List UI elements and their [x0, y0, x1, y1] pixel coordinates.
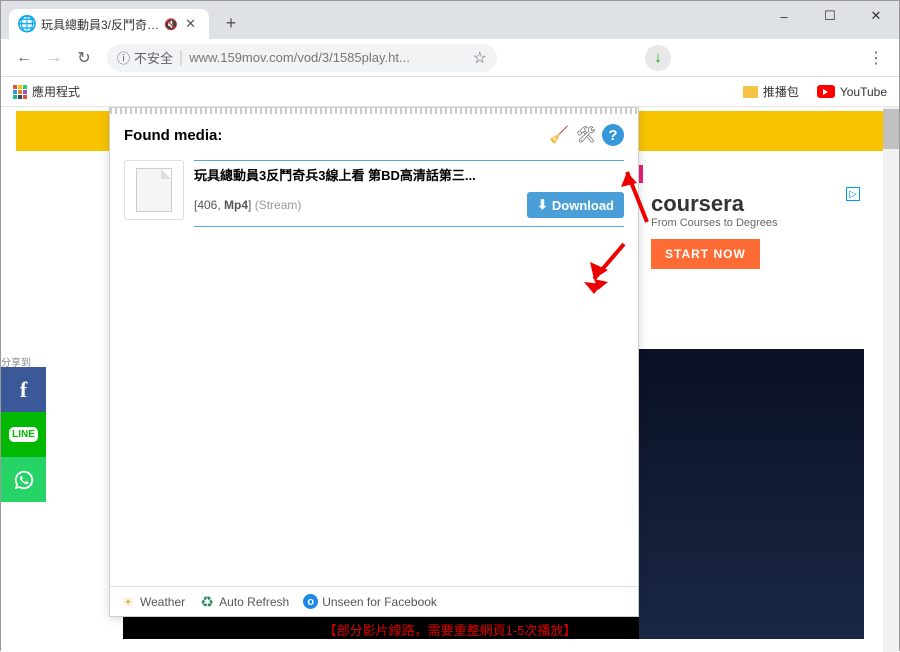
- toolbar: ← → ↻ ⓘ 不安全 | www.159mov.com/vod/3/1585p…: [1, 39, 899, 77]
- download-popup: Found media: 🧹 🛠 ? 玩具總動員3反鬥奇兵3線上看 第BD高清話…: [109, 107, 639, 617]
- folder-bookmark[interactable]: 推播包: [743, 83, 799, 100]
- download-icon: ⬇: [537, 197, 548, 213]
- maximize-button[interactable]: ☐: [807, 1, 853, 31]
- new-tab-button[interactable]: +: [217, 9, 245, 37]
- close-window-button[interactable]: ✕: [853, 1, 899, 31]
- apps-bookmark[interactable]: 應用程式: [13, 83, 80, 100]
- bookmarks-bar: 應用程式 推播包 YouTube: [1, 77, 899, 107]
- line-share-button[interactable]: LINE: [1, 412, 46, 457]
- facebook-share-button[interactable]: f: [1, 367, 46, 412]
- mute-icon[interactable]: 🔇: [164, 18, 178, 31]
- download-button[interactable]: ⬇ Download: [527, 192, 624, 218]
- social-share: f LINE: [1, 367, 46, 502]
- minimize-button[interactable]: –: [761, 1, 807, 31]
- scroll-thumb[interactable]: [883, 109, 899, 149]
- media-format: [406, Mp4]: [194, 198, 251, 212]
- close-tab-icon[interactable]: ✕: [182, 16, 199, 32]
- unseen-link[interactable]: o Unseen for Facebook: [303, 594, 437, 609]
- globe-icon: 🌐: [19, 16, 35, 32]
- recycle-icon: ♻: [199, 594, 215, 610]
- media-title: 玩具總動員3反鬥奇兵3線上看 第BD高清話第三...: [194, 160, 624, 188]
- sun-icon: ☀: [120, 594, 136, 610]
- forward-button[interactable]: →: [39, 43, 69, 73]
- address-bar[interactable]: ⓘ 不安全 | www.159mov.com/vod/3/1585play.ht…: [107, 44, 497, 72]
- file-thumbnail: [124, 160, 184, 220]
- download-arrow-icon: ↓: [654, 49, 662, 66]
- chrome-menu-button[interactable]: ⋮: [861, 48, 891, 68]
- download-extension-button[interactable]: ↓: [645, 45, 671, 71]
- coursera-ad[interactable]: ▷ coursera From Courses to Degrees START…: [639, 183, 864, 343]
- back-button[interactable]: ←: [9, 43, 39, 73]
- youtube-bookmark[interactable]: YouTube: [817, 85, 887, 99]
- apps-icon: [13, 85, 27, 99]
- media-stream-label: (Stream): [255, 198, 302, 212]
- ad-logo: coursera: [639, 183, 864, 217]
- tab-title: 玩具總動員3/反鬥奇兵3線上: [41, 16, 160, 33]
- page-content: 分享到 f LINE ▷ coursera From Courses to De…: [1, 107, 899, 652]
- site-info-icon[interactable]: ⓘ: [117, 48, 130, 67]
- folder-icon: [743, 86, 758, 98]
- url-text: www.159mov.com/vod/3/1585play.ht...: [189, 50, 410, 65]
- scrollbar[interactable]: [883, 107, 899, 652]
- titlebar: 🌐 玩具總動員3/反鬥奇兵3線上 🔇 ✕ + – ☐ ✕: [1, 1, 899, 39]
- youtube-icon: [817, 85, 835, 98]
- brush-icon[interactable]: 🧹: [548, 124, 570, 146]
- reload-button[interactable]: ↻: [69, 43, 99, 73]
- unseen-icon: o: [303, 594, 318, 609]
- weather-link[interactable]: ☀ Weather: [120, 594, 185, 610]
- ad-subtitle: From Courses to Degrees: [639, 217, 864, 239]
- adchoices-icon[interactable]: ▷: [846, 187, 860, 201]
- popup-title: Found media:: [124, 127, 222, 144]
- ad-cta-button[interactable]: START NOW: [651, 239, 760, 269]
- bookmark-star-icon[interactable]: ☆: [473, 48, 487, 68]
- popup-footer: ☀ Weather ♻ Auto Refresh o Unseen for Fa…: [110, 586, 638, 616]
- whatsapp-share-button[interactable]: [1, 457, 46, 502]
- media-item: 玩具總動員3反鬥奇兵3線上看 第BD高清話第三... [406, Mp4] (S…: [110, 156, 638, 231]
- autorefresh-link[interactable]: ♻ Auto Refresh: [199, 594, 289, 610]
- browser-tab[interactable]: 🌐 玩具總動員3/反鬥奇兵3線上 🔇 ✕: [9, 9, 209, 39]
- video-player-right[interactable]: [639, 349, 864, 639]
- help-icon[interactable]: ?: [602, 124, 624, 146]
- whatsapp-icon: [13, 469, 35, 491]
- file-icon: [136, 168, 172, 212]
- not-secure-label: 不安全: [134, 48, 173, 67]
- tools-icon[interactable]: 🛠: [575, 124, 597, 146]
